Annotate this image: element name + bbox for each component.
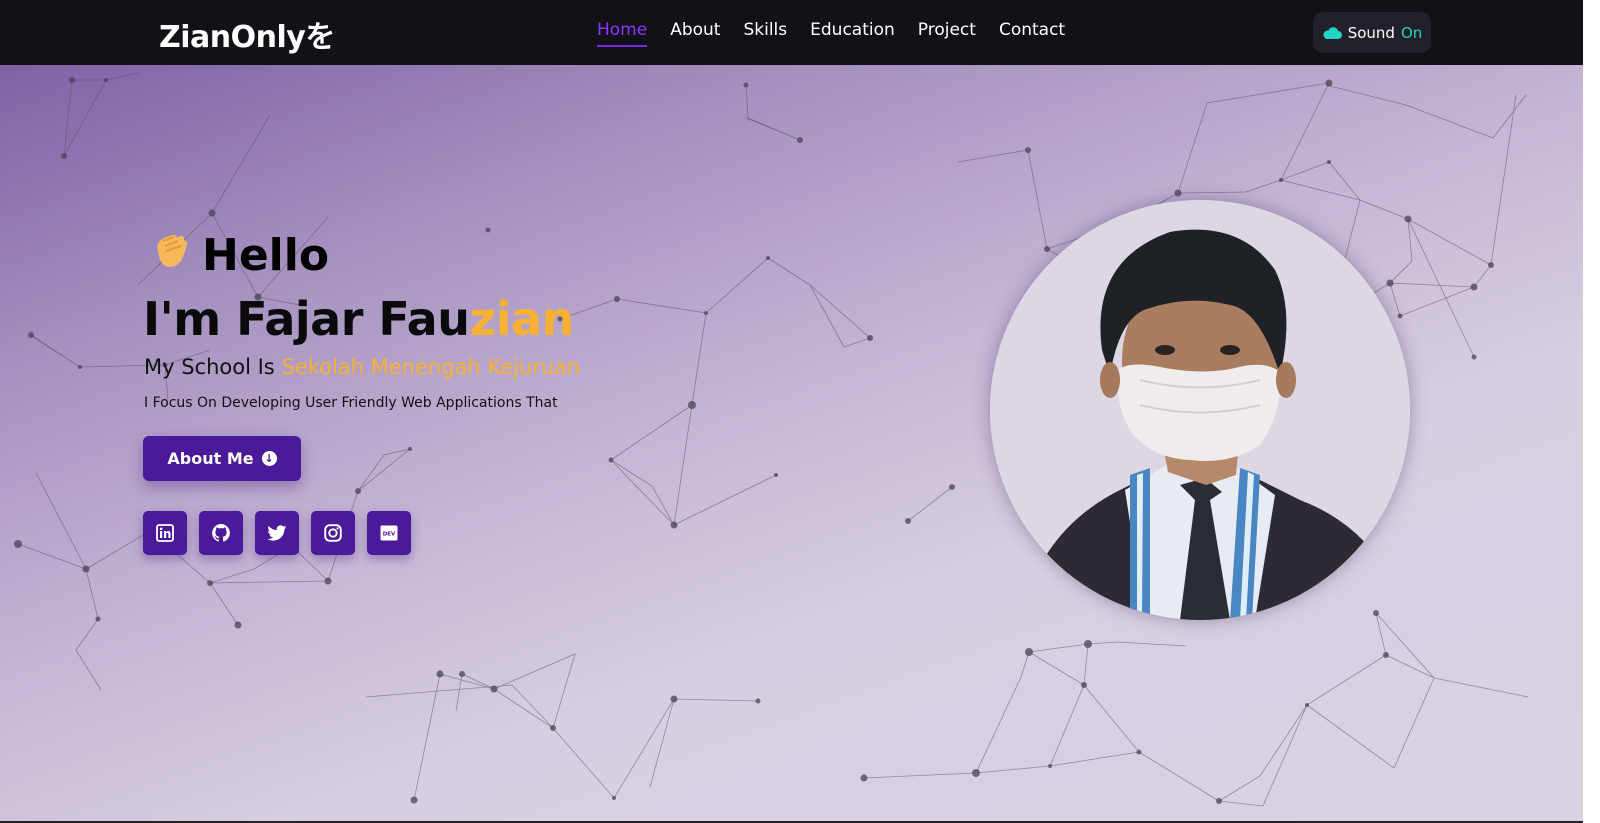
nav-project[interactable]: Project	[918, 20, 976, 46]
focus-text: I Focus On Developing User Friendly Web …	[144, 395, 558, 411]
github-icon	[212, 524, 230, 542]
nav-contact[interactable]: Contact	[999, 20, 1065, 46]
profile-photo	[990, 200, 1410, 620]
nav-education[interactable]: Education	[810, 20, 895, 46]
dev-link[interactable]: DEV	[367, 511, 411, 555]
greeting: Hello	[150, 230, 329, 281]
twitter-link[interactable]	[255, 511, 299, 555]
school-prefix: My School Is	[144, 355, 275, 379]
nav-about[interactable]: About	[670, 20, 720, 46]
name-highlight: zian	[469, 292, 574, 346]
about-me-label: About Me	[167, 449, 254, 468]
github-link[interactable]	[199, 511, 243, 555]
navbar: ZianOnlyを Home About Skills Education Pr…	[0, 0, 1583, 65]
greeting-text: Hello	[202, 230, 330, 281]
sound-toggle-button[interactable]: Sound On	[1313, 12, 1431, 53]
hero-section: Hello I'm Fajar Fauzian My School Is Sek…	[0, 65, 1583, 823]
sound-state: On	[1400, 23, 1423, 42]
linkedin-icon	[156, 524, 174, 542]
instagram-link[interactable]	[311, 511, 355, 555]
cloud-icon	[1323, 26, 1342, 39]
nav-links: Home About Skills Education Project Cont…	[597, 20, 1088, 47]
about-me-button[interactable]: About Me ↓	[143, 436, 301, 481]
arrow-down-circle-icon: ↓	[261, 451, 277, 466]
school-line: My School Is Sekolah Menengah Kejuruan	[144, 355, 580, 379]
school-highlight: Sekolah Menengah Kejuruan	[281, 355, 581, 379]
profile-portrait-image	[990, 200, 1410, 620]
name-prefix: I'm Fajar Fau	[143, 292, 470, 346]
sound-label: Sound	[1347, 23, 1395, 42]
linkedin-link[interactable]	[143, 511, 187, 555]
nav-skills[interactable]: Skills	[743, 20, 787, 46]
waving-hand-icon	[150, 231, 190, 280]
page-scrollbar[interactable]	[1583, 0, 1600, 823]
dev-icon-text: DEV	[383, 532, 396, 538]
nav-home[interactable]: Home	[597, 20, 648, 47]
instagram-icon	[324, 524, 342, 542]
hero-name: I'm Fajar Fauzian	[143, 292, 574, 346]
twitter-icon	[267, 524, 287, 541]
dev-icon: DEV	[380, 525, 398, 541]
social-links: DEV	[143, 511, 411, 555]
brand-logo[interactable]: ZianOnlyを	[159, 12, 335, 56]
